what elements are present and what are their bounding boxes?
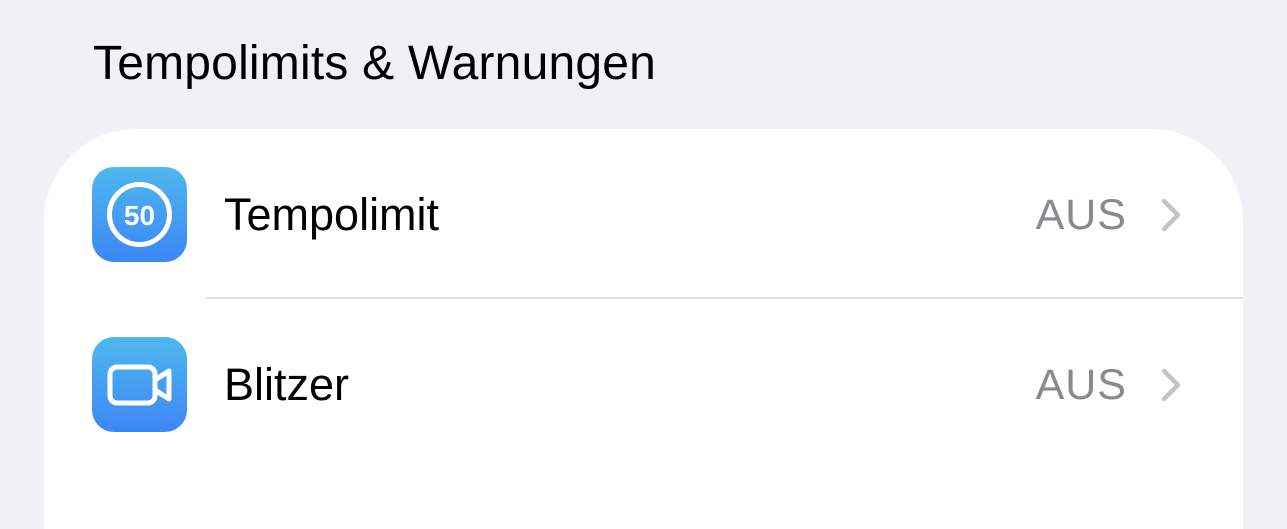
speed-limit-icon-glyph: 50 (107, 182, 172, 247)
speed-limit-number: 50 (124, 200, 155, 231)
tempolimit-label: Tempolimit (224, 189, 440, 240)
tempolimit-value: AUS (1035, 191, 1127, 239)
tempolimit-row[interactable]: 50 Tempolimit AUS (44, 129, 1243, 299)
blitzer-row[interactable]: Blitzer AUS (44, 299, 1243, 469)
blitzer-label: Blitzer (224, 359, 350, 410)
video-camera-icon-glyph (107, 364, 172, 406)
video-camera-icon (92, 337, 187, 432)
chevron-right-icon (1161, 198, 1181, 232)
chevron-right-icon (1161, 368, 1181, 402)
speed-limit-icon: 50 (92, 167, 187, 262)
section-title: Tempolimits & Warnungen (93, 37, 657, 90)
settings-card: 50 Tempolimit AUS Blitzer AUS (44, 129, 1243, 529)
blitzer-value: AUS (1035, 361, 1127, 409)
